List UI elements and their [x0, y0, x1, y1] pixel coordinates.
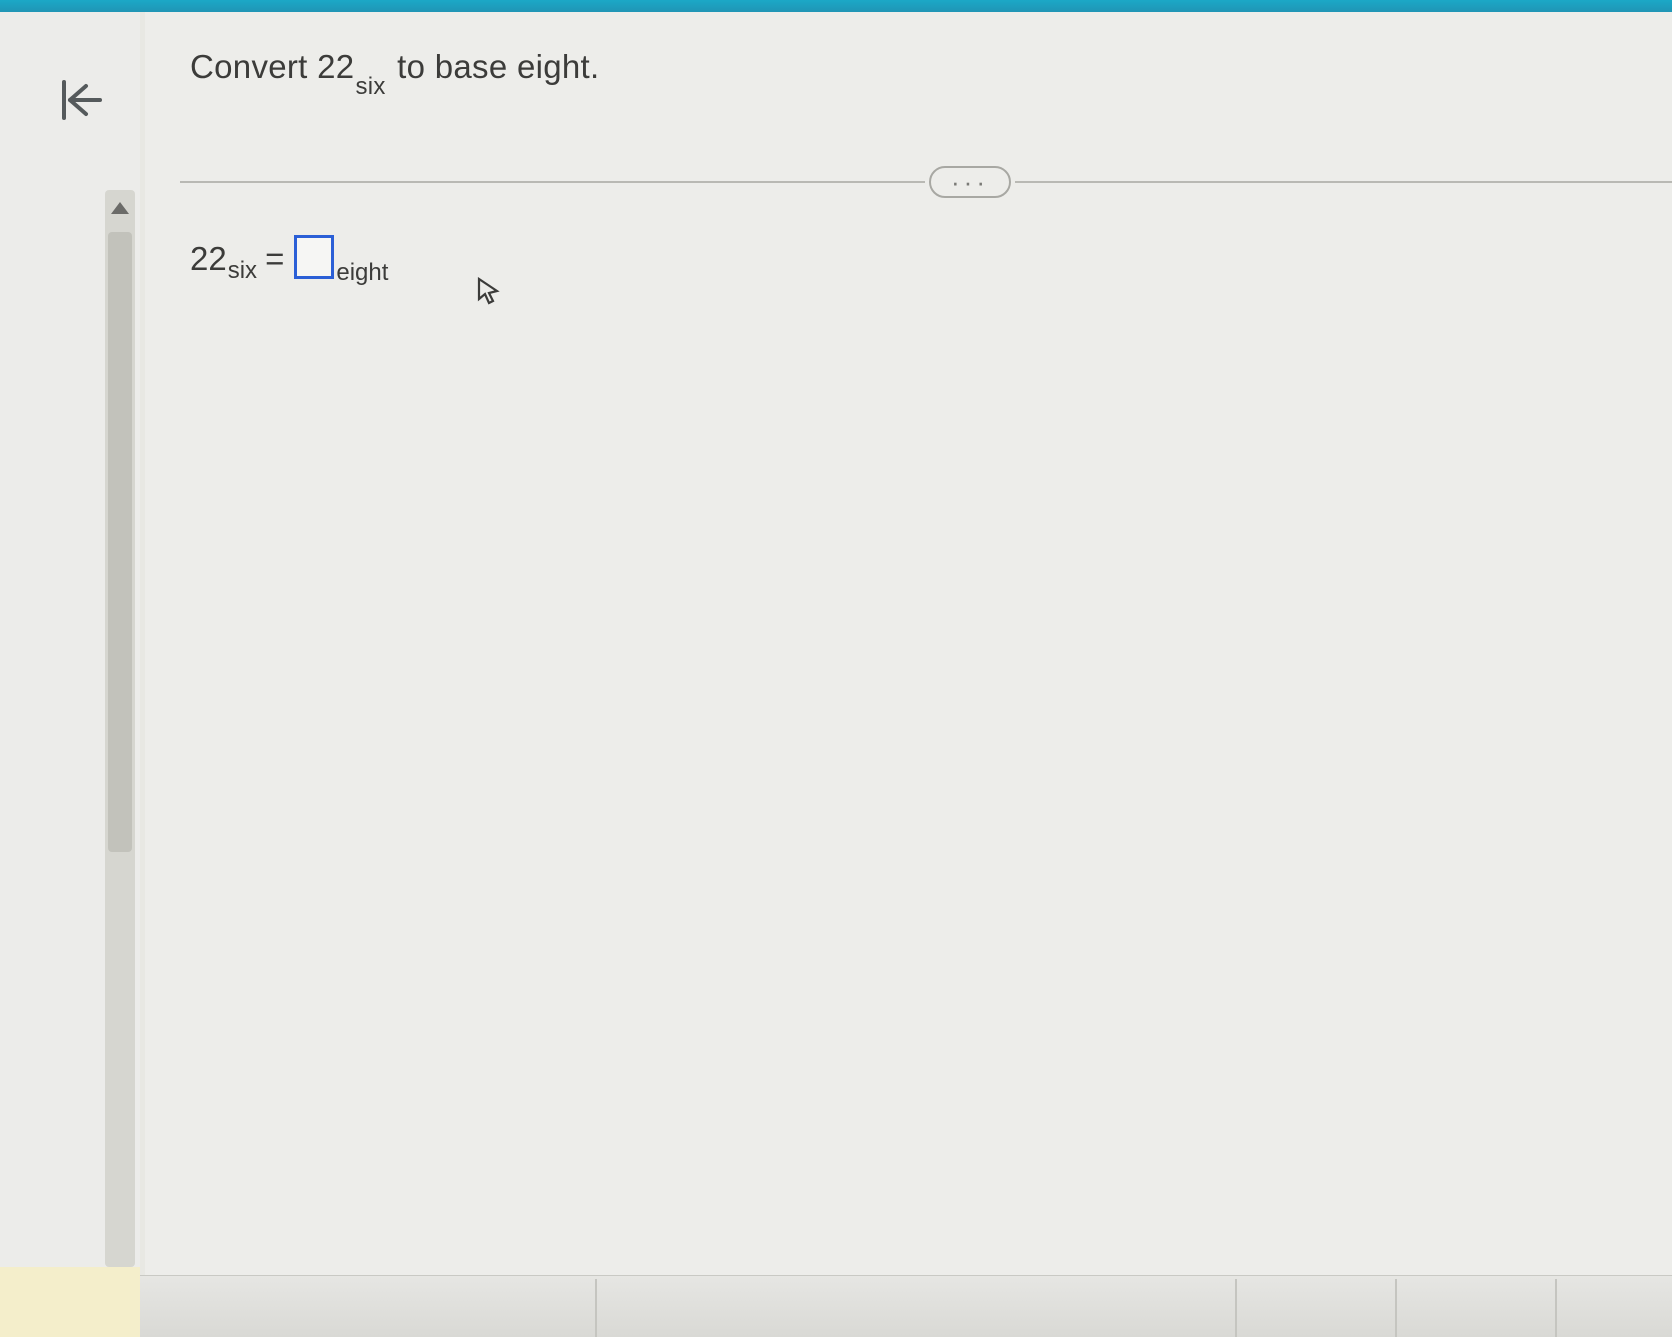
- more-options-button[interactable]: ···: [929, 166, 1011, 198]
- divider-right: [1015, 181, 1672, 183]
- question-subscript: six: [355, 73, 385, 100]
- scrollbar-thumb[interactable]: [108, 232, 132, 852]
- divider-left: [180, 181, 925, 183]
- left-rail: [0, 12, 140, 1337]
- equals-sign: =: [265, 240, 284, 278]
- cursor-icon: [475, 277, 503, 312]
- scrollbar-track[interactable]: [105, 190, 135, 1267]
- bottom-accent-panel: [0, 1267, 140, 1337]
- toolbar-segment[interactable]: [595, 1279, 945, 1337]
- answer-input[interactable]: [294, 235, 334, 279]
- app-header-bar: [0, 0, 1672, 12]
- divider-row: ···: [180, 164, 1672, 200]
- question-prefix: Convert: [190, 48, 317, 85]
- collapse-left-icon: [56, 76, 104, 124]
- scroll-up-button[interactable]: [105, 196, 135, 220]
- more-dots-icon: ···: [951, 169, 989, 195]
- answer-lhs-subscript: six: [228, 257, 257, 285]
- answer-lhs-value: 22: [190, 240, 227, 278]
- answer-rhs-subscript: eight: [336, 259, 388, 287]
- answer-expression: 22six = eight: [190, 237, 388, 281]
- question-suffix: to base eight.: [388, 48, 600, 85]
- collapse-panel-button[interactable]: [50, 70, 110, 130]
- question-text: Convert 22six to base eight.: [190, 48, 600, 93]
- toolbar-segment[interactable]: [1235, 1279, 1395, 1337]
- chevron-up-icon: [111, 202, 129, 214]
- toolbar-segment[interactable]: [1555, 1279, 1672, 1337]
- toolbar-segment[interactable]: [1395, 1279, 1555, 1337]
- bottom-toolbar: [140, 1275, 1672, 1337]
- question-value: 22: [317, 48, 354, 85]
- content-area: Convert 22six to base eight. ··· 22six =…: [145, 12, 1672, 1337]
